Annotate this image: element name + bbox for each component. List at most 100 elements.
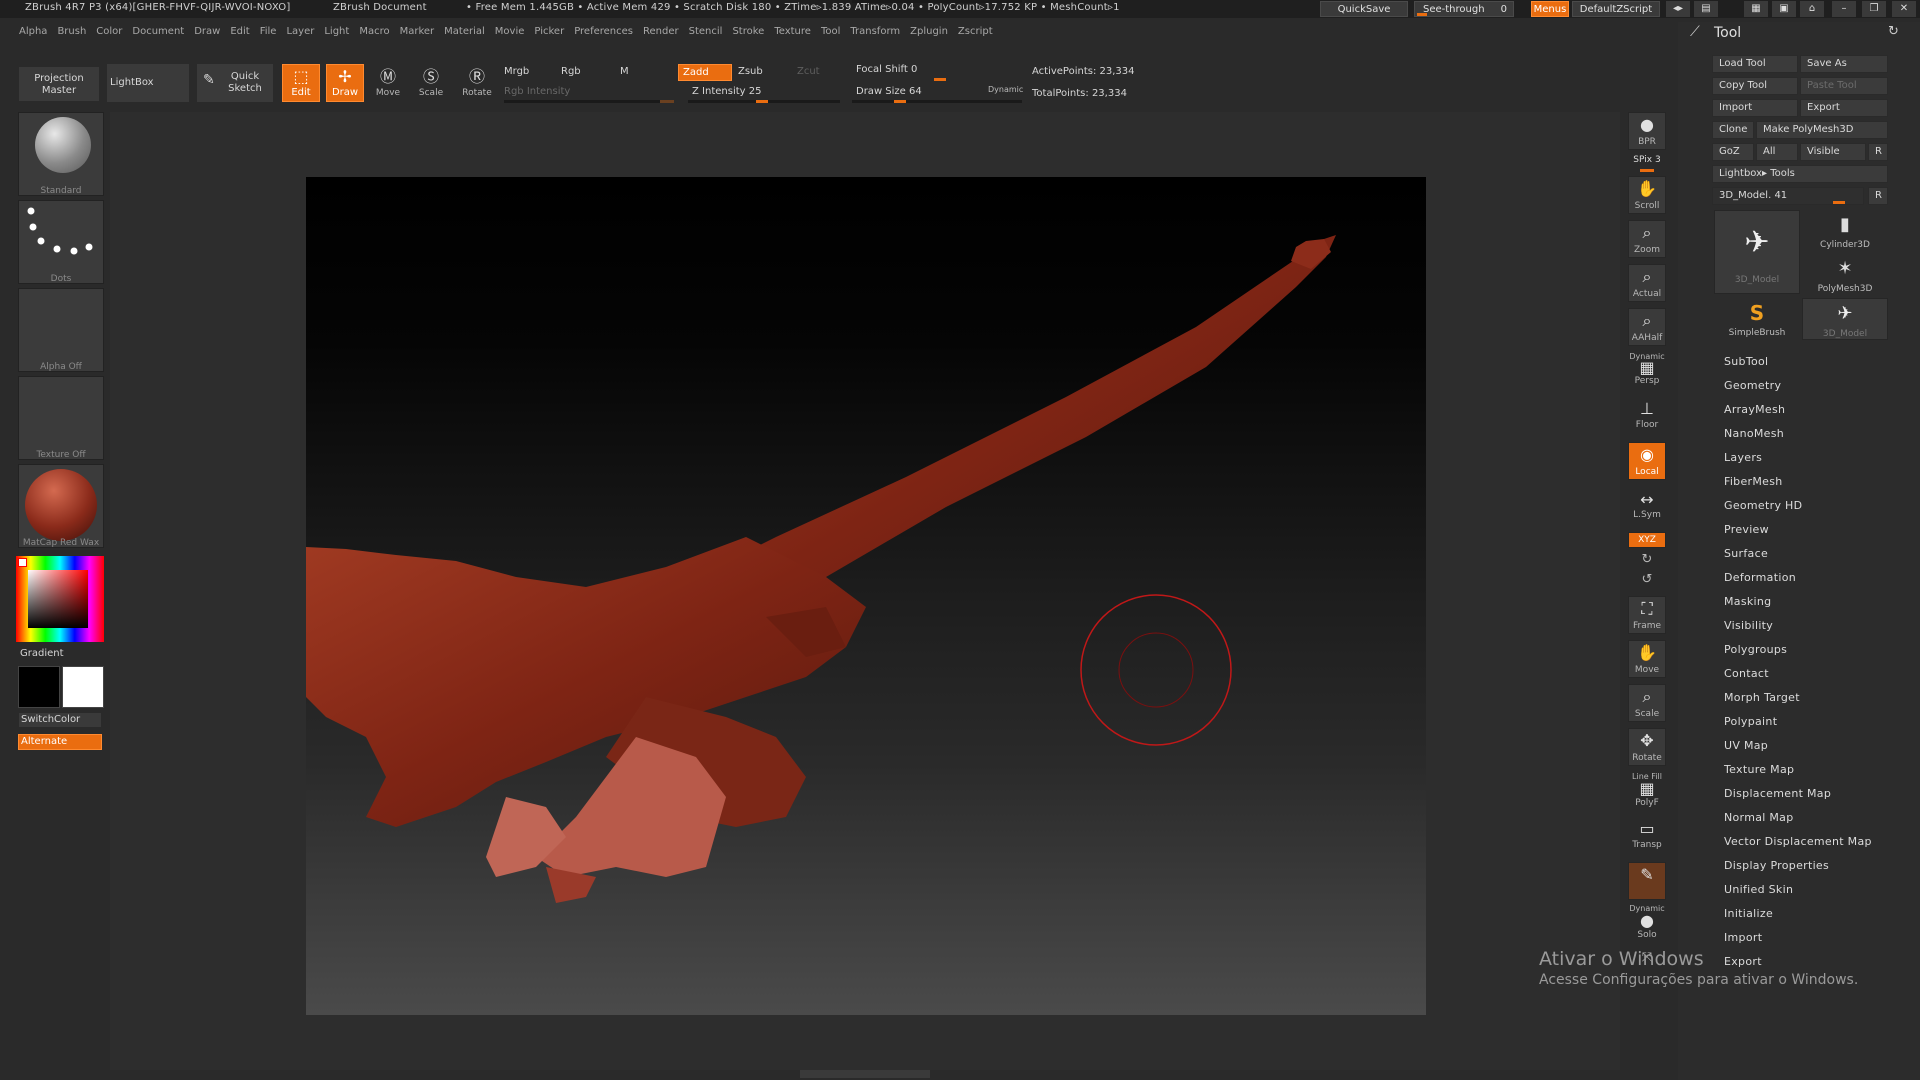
- menu-transform[interactable]: Transform: [845, 22, 905, 42]
- bpr-button[interactable]: ● BPR: [1628, 112, 1666, 150]
- dynamic-toggle[interactable]: Dynamic: [988, 85, 1023, 94]
- subpalette-masking[interactable]: Masking: [1724, 595, 1771, 608]
- menu-render[interactable]: Render: [638, 22, 684, 42]
- subpalette-nanomesh[interactable]: NanoMesh: [1724, 427, 1784, 440]
- menu-stroke[interactable]: Stroke: [727, 22, 769, 42]
- current-tool-slider[interactable]: 3D_Model. 41: [1712, 187, 1864, 205]
- color-picker[interactable]: [16, 556, 104, 642]
- projection-master-button[interactable]: Projection Master: [18, 66, 100, 102]
- m-toggle[interactable]: M: [620, 66, 629, 77]
- subpalette-layers[interactable]: Layers: [1724, 451, 1762, 464]
- menu-texture[interactable]: Texture: [769, 22, 816, 42]
- menu-material[interactable]: Material: [439, 22, 490, 42]
- viewport-canvas[interactable]: [306, 177, 1426, 1015]
- frame-button[interactable]: ⛶ Frame: [1628, 596, 1666, 634]
- tool-thumb-3d-model[interactable]: ✈ 3D_Model: [1714, 210, 1800, 294]
- lsym-button[interactable]: ↔ L.Sym: [1628, 490, 1666, 524]
- menu-alpha[interactable]: Alpha: [0, 22, 52, 42]
- goz-visible-button[interactable]: Visible: [1800, 143, 1866, 161]
- menu-light[interactable]: Light: [319, 22, 354, 42]
- pin-icon[interactable]: ▣: [1772, 1, 1796, 17]
- mrgb-toggle[interactable]: Mrgb: [504, 66, 529, 77]
- subpalette-polypaint[interactable]: Polypaint: [1724, 715, 1777, 728]
- subpalette-fibermesh[interactable]: FiberMesh: [1724, 475, 1783, 488]
- menus-button[interactable]: Menus: [1531, 1, 1569, 17]
- tool-thumb-simplebrush[interactable]: S SimpleBrush: [1714, 298, 1800, 340]
- secondary-color-swatch[interactable]: [62, 666, 104, 708]
- quick-sketch-button[interactable]: ✎ Quick Sketch: [196, 63, 274, 103]
- rotate-view-button[interactable]: ✥ Rotate: [1628, 728, 1666, 766]
- menu-file[interactable]: File: [255, 22, 282, 42]
- minimize-icon[interactable]: –: [1832, 1, 1856, 17]
- scale-view-button[interactable]: ⌕ Scale: [1628, 684, 1666, 722]
- current-tool-r-button[interactable]: R: [1868, 187, 1888, 205]
- z-intensity-slider[interactable]: Z Intensity 25: [692, 86, 761, 97]
- menu-tool[interactable]: Tool: [816, 22, 845, 42]
- tool-thumb-3d-model-2[interactable]: ✈ 3D_Model: [1802, 298, 1888, 340]
- menu-stencil[interactable]: Stencil: [684, 22, 728, 42]
- ghost-button[interactable]: ✎: [1628, 862, 1666, 900]
- brush-thumbnail[interactable]: [18, 112, 104, 196]
- actual-button[interactable]: ⌕ Actual: [1628, 264, 1666, 302]
- goz-r-button[interactable]: R: [1868, 143, 1888, 161]
- menu-color[interactable]: Color: [91, 22, 127, 42]
- scroll-button[interactable]: ✋ Scroll: [1628, 176, 1666, 214]
- menu-brush[interactable]: Brush: [52, 22, 91, 42]
- menu-document[interactable]: Document: [127, 22, 189, 42]
- restore-icon[interactable]: ❐: [1862, 1, 1886, 17]
- lightbox-tools-button[interactable]: Lightbox▸ Tools: [1712, 165, 1888, 183]
- floor-button[interactable]: ⊥ Floor: [1628, 398, 1666, 432]
- aahalf-button[interactable]: ⌕ AAHalf: [1628, 308, 1666, 346]
- subpalette-normal-map[interactable]: Normal Map: [1724, 811, 1794, 824]
- import-tool-button[interactable]: Import: [1712, 99, 1798, 117]
- move-view-button[interactable]: ✋ Move: [1628, 640, 1666, 678]
- load-tool-button[interactable]: Load Tool: [1712, 55, 1798, 73]
- layout-icon-2[interactable]: ▤: [1694, 1, 1718, 17]
- rotate-z-icon[interactable]: ↺: [1628, 572, 1666, 587]
- zadd-button[interactable]: Zadd: [678, 64, 732, 81]
- scale-button[interactable]: Ⓢ Scale: [411, 66, 451, 106]
- subpalette-geometry[interactable]: Geometry: [1724, 379, 1781, 392]
- subpalette-texture-map[interactable]: Texture Map: [1724, 763, 1794, 776]
- material-thumbnail[interactable]: [18, 464, 104, 548]
- rgb-intensity-slider[interactable]: Rgb Intensity: [504, 86, 570, 97]
- subpalette-display-properties[interactable]: Display Properties: [1724, 859, 1829, 872]
- spix-slider[interactable]: SPix 3: [1628, 155, 1666, 165]
- goz-all-button[interactable]: All: [1756, 143, 1798, 161]
- menu-draw[interactable]: Draw: [189, 22, 225, 42]
- subpalette-contact[interactable]: Contact: [1724, 667, 1769, 680]
- stroke-thumbnail[interactable]: [18, 200, 104, 284]
- persp-button[interactable]: ▦ Persp: [1628, 360, 1666, 388]
- refresh-icon[interactable]: ↻: [1888, 24, 1899, 39]
- palette-handle-icon[interactable]: ⟋: [1690, 24, 1700, 40]
- palette-icon[interactable]: ▦: [1744, 1, 1768, 17]
- zsub-toggle[interactable]: Zsub: [738, 66, 763, 77]
- clone-button[interactable]: Clone: [1712, 121, 1754, 139]
- menu-zscript[interactable]: Zscript: [953, 22, 998, 42]
- subpalette-morph-target[interactable]: Morph Target: [1724, 691, 1800, 704]
- menu-macro[interactable]: Macro: [354, 22, 394, 42]
- alternate-button[interactable]: Alternate: [18, 734, 102, 750]
- focal-shift-slider[interactable]: Focal Shift 0: [856, 64, 917, 75]
- lightbox-button[interactable]: LightBox: [106, 63, 190, 103]
- subpalette-polygroups[interactable]: Polygroups: [1724, 643, 1787, 656]
- subpalette-visibility[interactable]: Visibility: [1724, 619, 1773, 632]
- menu-layer[interactable]: Layer: [281, 22, 319, 42]
- draw-button[interactable]: ✢ Draw: [326, 64, 364, 102]
- subpalette-preview[interactable]: Preview: [1724, 523, 1769, 536]
- subpalette-subtool[interactable]: SubTool: [1724, 355, 1768, 368]
- switchcolor-button[interactable]: SwitchColor: [18, 712, 102, 728]
- edit-button[interactable]: ⬚ Edit: [282, 64, 320, 102]
- solo-button[interactable]: ● Solo: [1628, 912, 1666, 942]
- quicksave-button[interactable]: QuickSave: [1320, 1, 1408, 17]
- texture-thumbnail[interactable]: [18, 376, 104, 460]
- color-picker-square[interactable]: [28, 570, 88, 628]
- subpalette-vector-displacement-map[interactable]: Vector Displacement Map: [1724, 835, 1872, 848]
- menu-edit[interactable]: Edit: [225, 22, 254, 42]
- subpalette-export[interactable]: Export: [1724, 955, 1762, 968]
- save-as-button[interactable]: Save As: [1800, 55, 1888, 73]
- copy-tool-button[interactable]: Copy Tool: [1712, 77, 1798, 95]
- zoom-button[interactable]: ⌕ Zoom: [1628, 220, 1666, 258]
- make-polymesh-button[interactable]: Make PolyMesh3D: [1756, 121, 1888, 139]
- local-button[interactable]: ◉ Local: [1628, 442, 1666, 480]
